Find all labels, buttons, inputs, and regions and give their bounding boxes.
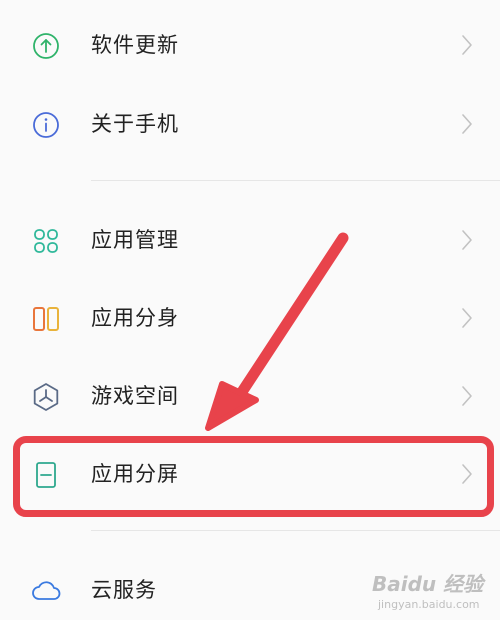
annotation-arrow-icon xyxy=(205,232,349,431)
watermark-sub: jingyan.baidu.com xyxy=(378,598,480,611)
watermark-main: Baidu 经验 xyxy=(372,572,484,596)
watermark: Baidu 经验 jingyan.baidu.com xyxy=(372,568,496,616)
